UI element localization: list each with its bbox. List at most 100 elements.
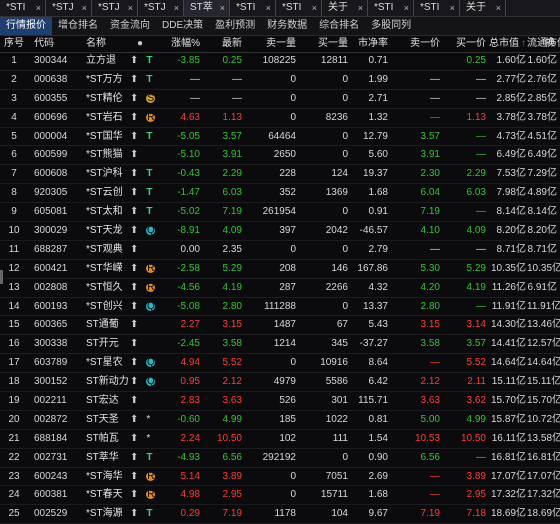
- change-percent: -5.10: [177, 149, 200, 161]
- column-header[interactable]: 最新: [202, 36, 242, 52]
- close-icon[interactable]: ×: [404, 0, 409, 16]
- close-icon[interactable]: ×: [36, 0, 41, 16]
- table-row[interactable]: 4 600696 *ST岩石 ⬆ R 4.63 1.13 0 8236 1.32—1.13 3.78…: [0, 109, 560, 128]
- last-price: 3.15: [222, 319, 242, 331]
- window-tab[interactable]: ST萃 ×: [184, 0, 230, 16]
- bid-price: —: [476, 130, 486, 142]
- table-row[interactable]: 19 002211 ST宏达 ⬆ 2.83 3.63 526 301 115.71 3.63 3.6…: [0, 392, 560, 411]
- bid-price: 2.29: [466, 168, 486, 180]
- view-tab[interactable]: 综合排名: [313, 17, 365, 35]
- window-tab[interactable]: *STI ×: [276, 0, 322, 16]
- column-header[interactable]: 换: [545, 36, 560, 52]
- close-icon[interactable]: ×: [128, 0, 133, 16]
- bid-price: —: [476, 149, 486, 161]
- table-row[interactable]: 17 603789 *ST星农 ⬆ Q 4.94 5.52 0 10916 8.64—5.52 14…: [0, 354, 560, 374]
- market-cap: 6.49亿: [496, 149, 526, 161]
- table-row[interactable]: 10 300029 *ST天龙 ⬆ Q -8.91 4.09 397 2042 -46.57 4.1…: [0, 222, 560, 241]
- market-cap: 7.53亿: [496, 168, 526, 180]
- table-row[interactable]: 1 300344 立方退 ⬆ T -3.85 0.25 108225 12811 0.71 0.25…: [0, 52, 560, 71]
- change-percent: -8.91: [177, 225, 200, 237]
- last-price: 2.80: [222, 300, 242, 312]
- close-icon[interactable]: ×: [450, 0, 455, 16]
- window-tab[interactable]: *STJ ×: [92, 0, 138, 16]
- bid-volume: 12811: [320, 55, 348, 66]
- table-row[interactable]: 14 600193 *ST创兴 ⬆ Q -5.08 2.80 111288 0 13.37 2.80…: [0, 298, 560, 317]
- pb-ratio: 8.64: [368, 357, 388, 369]
- table-row[interactable]: 6 600599 *ST熊猫 ⬆ -5.10 3.91 2650 0 5.60 3.91—6.49…: [0, 146, 560, 166]
- hold-arrow-icon: ⬆: [130, 130, 139, 142]
- bid-price: 5.29: [466, 262, 486, 274]
- close-icon[interactable]: ×: [358, 0, 363, 16]
- table-row[interactable]: 12 600421 *ST华嵘 ⬆ R -2.58 5.29 208 146 167.86 5.30…: [0, 260, 560, 279]
- market-cap: 17.07亿: [490, 470, 526, 482]
- view-tab[interactable]: 盈利预测: [209, 17, 261, 35]
- window-tab-label: *STJ: [98, 2, 120, 13]
- table-row[interactable]: 22 002731 ST萃华 ⬆ T -4.93 6.56 292192 0 0.90 6.56—1…: [0, 449, 560, 468]
- column-header[interactable]: 总市值 ↑: [486, 36, 526, 52]
- window-tab[interactable]: *STJ ×: [46, 0, 92, 16]
- view-tab[interactable]: 财务数据: [261, 17, 313, 35]
- close-icon[interactable]: ×: [174, 0, 179, 16]
- close-icon[interactable]: ×: [266, 0, 271, 16]
- table-row[interactable]: 15 600365 ST通葡 ⬆ 2.27 3.15 1487 67 5.43 3.15 3.14 1…: [0, 316, 560, 336]
- close-icon[interactable]: ×: [82, 0, 87, 16]
- table-row[interactable]: 8 920305 *ST云创 ⬆ T -1.47 6.03 352 1369 1.68 6.04 6.…: [0, 184, 560, 204]
- filter-dot-icon[interactable]: ●: [130, 36, 150, 52]
- column-header[interactable]: 市净率: [350, 36, 388, 52]
- ask-price: —: [430, 73, 440, 85]
- bid-volume: 124: [331, 168, 348, 180]
- view-tab[interactable]: 多股同列: [365, 17, 417, 35]
- window-tab[interactable]: *STI ×: [414, 0, 460, 16]
- float-cap: 11.91亿: [527, 300, 560, 312]
- view-tab[interactable]: DDE决策: [156, 17, 209, 35]
- table-row[interactable]: 18 300152 ST新动力 ⬆ Q 0.95 2.12 4979 5586 6.42 2.12 2…: [0, 373, 560, 393]
- bid-volume: 0: [342, 92, 348, 104]
- window-tab[interactable]: *STI ×: [0, 0, 46, 16]
- table-row[interactable]: 9 605081 *ST太和 ⬆ T -5.02 7.19 261954 0 0.91 7.19—8…: [0, 203, 560, 223]
- table-row[interactable]: 16 300338 ST开元 ⬆ -2.45 3.58 1214 345 -37.27 3.58 3…: [0, 335, 560, 355]
- bid-price: 3.14: [466, 319, 486, 331]
- stock-code: 002529: [34, 508, 68, 520]
- bid-price: 1.13: [466, 111, 486, 123]
- view-tab[interactable]: 资金流向: [104, 17, 156, 35]
- table-row[interactable]: 25 002529 *ST海源 ⬆ T 0.29 7.19 1178 104 9.67 7.19 7.…: [0, 505, 560, 524]
- close-icon[interactable]: ×: [312, 0, 317, 16]
- sort-up-icon[interactable]: ↑: [521, 38, 526, 49]
- column-header[interactable]: 买一量: [298, 36, 348, 52]
- close-icon[interactable]: ×: [496, 0, 501, 16]
- table-row[interactable]: 5 000004 *ST国华 ⬆ T -5.05 3.57 64464 0 12.79 3.57—4…: [0, 128, 560, 147]
- column-header[interactable]: 买一价: [442, 36, 486, 52]
- stock-code: 603789: [34, 357, 68, 369]
- market-cap: 2.77亿: [496, 73, 526, 85]
- collapse-handle[interactable]: [0, 270, 3, 284]
- table-row[interactable]: 21 688184 ST帕瓦 ⬆ * 2.24 10.50 102 111 1.54 10.53 10…: [0, 430, 560, 449]
- table-row[interactable]: 20 002872 ST天圣 ⬆ * -0.60 4.99 185 1022 0.81 5.00 4.…: [0, 411, 560, 430]
- table-row[interactable]: 3 600355 *ST精伦 ⬆ S — —0 0 2.71— —2.85亿 2.85亿: [0, 90, 560, 109]
- view-tab[interactable]: 增仓排名: [52, 17, 104, 35]
- table-row[interactable]: 11 688287 *ST观典 ⬆ 0.00 2.35 0 0 2.79— —8.71亿 8.71亿: [0, 241, 560, 260]
- column-header[interactable]: 卖一量: [244, 36, 296, 52]
- window-tab[interactable]: 关于 ×: [322, 0, 368, 16]
- float-cap: 17.07亿: [527, 470, 560, 482]
- table-row[interactable]: 2 000638 *ST万方 ⬆ T — —0 0 1.99— —2.77亿 2.76亿: [0, 71, 560, 90]
- bid-price: 2.11: [467, 376, 486, 388]
- close-icon[interactable]: ×: [220, 0, 225, 16]
- table-row[interactable]: 7 600608 *ST沪科 ⬆ T -0.43 2.29 228 124 19.37 2.30 2.…: [0, 165, 560, 185]
- window-tab[interactable]: *STJ ×: [138, 0, 184, 16]
- window-tab[interactable]: *STI ×: [230, 0, 276, 16]
- table-row[interactable]: 24 600381 *ST春天 ⬆ R 4.98 2.95 0 15711 1.68—2.95 17…: [0, 486, 560, 506]
- column-header[interactable]: 序号: [0, 36, 28, 52]
- last-price: 7.19: [222, 206, 242, 218]
- market-cap: 15.70亿: [490, 395, 526, 407]
- bid-volume: 15711: [320, 489, 348, 501]
- table-row[interactable]: 23 600243 *ST海华 ⬆ R 5.14 3.89 0 7051 2.69—3.89 17.…: [0, 468, 560, 487]
- column-header[interactable]: 卖一价: [392, 36, 440, 52]
- column-header[interactable]: 代码: [34, 36, 80, 52]
- view-tab[interactable]: 行情报价: [0, 17, 52, 35]
- window-tab[interactable]: 关于 ×: [460, 0, 506, 16]
- table-row[interactable]: 13 002808 *ST恒久 ⬆ R -4.56 4.19 287 2266 4.32 4.20 4…: [0, 279, 560, 298]
- column-header[interactable]: 涨幅%: [148, 36, 200, 52]
- change-percent: -4.56: [177, 281, 200, 293]
- window-tab[interactable]: *STI ×: [368, 0, 414, 16]
- stock-code: 600355: [34, 92, 68, 104]
